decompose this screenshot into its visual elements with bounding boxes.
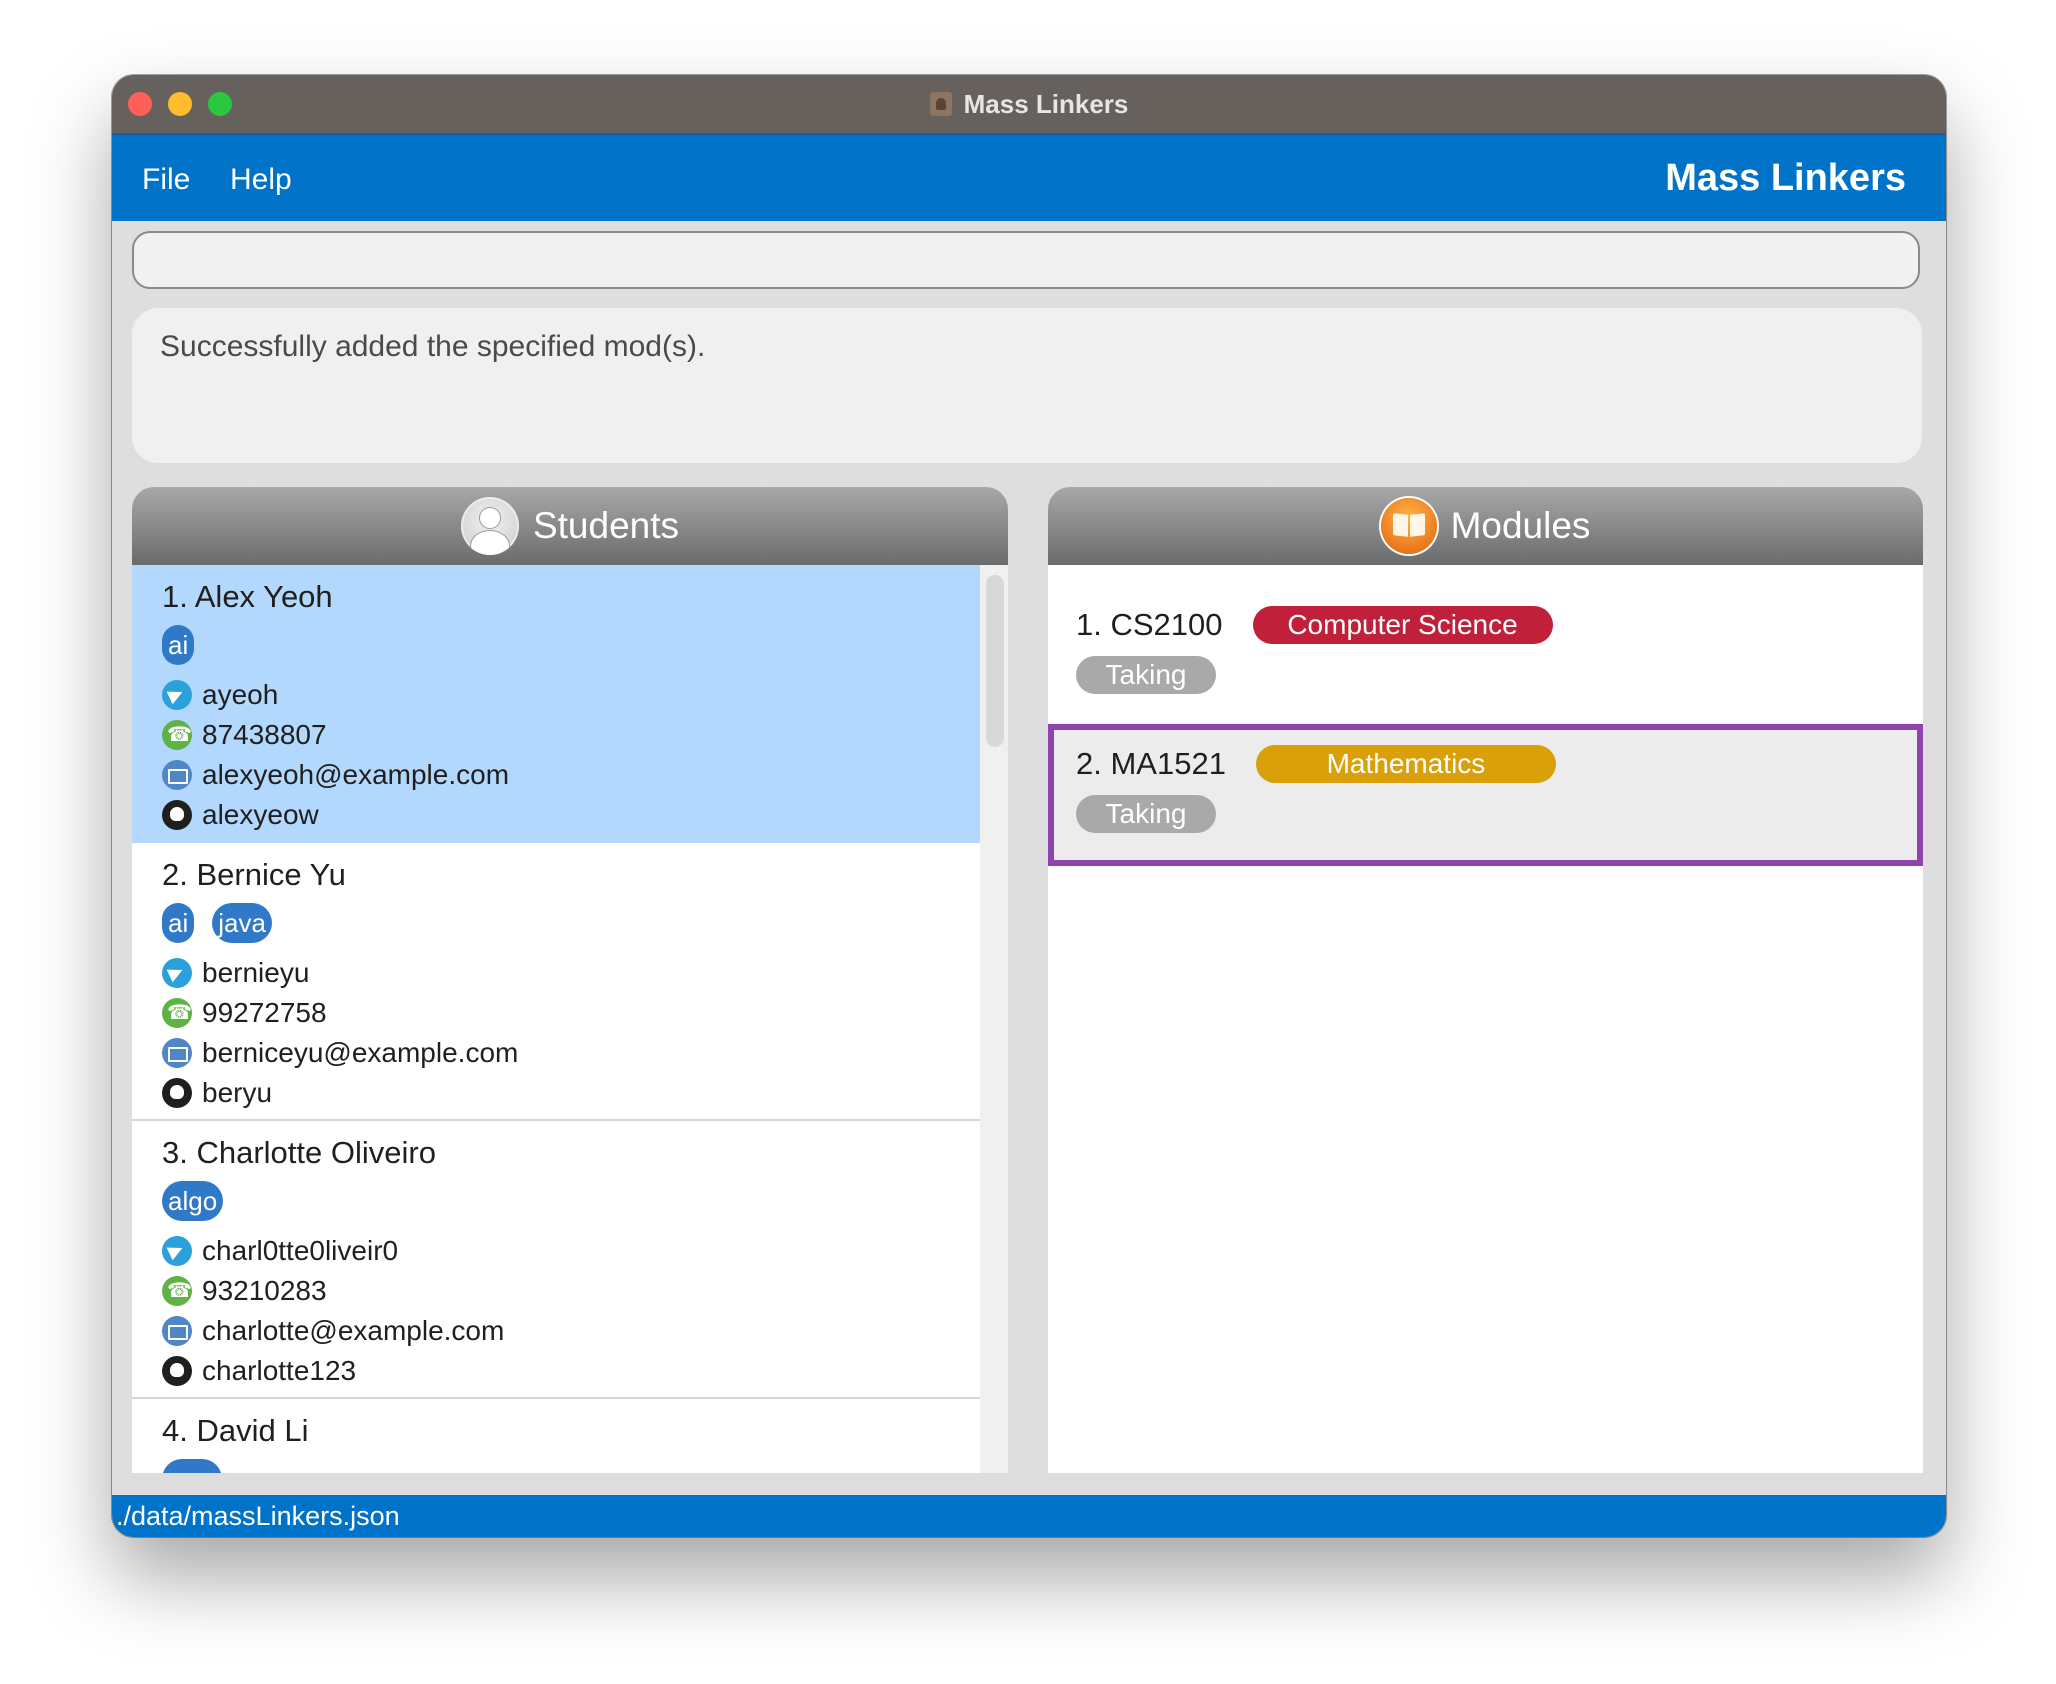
email-address: berniceyu@example.com bbox=[202, 1037, 519, 1068]
student-card[interactable]: 2. Bernice Yu ai java bernieyu 99272758 … bbox=[132, 843, 980, 1121]
github-icon bbox=[162, 1078, 192, 1108]
github-icon bbox=[162, 800, 192, 830]
phone-icon bbox=[162, 720, 192, 750]
phone-number: 87438807 bbox=[202, 719, 327, 750]
module-status-badge: Taking bbox=[1076, 656, 1216, 694]
tag-badge bbox=[162, 1459, 222, 1473]
module-name: 2. MA1521 bbox=[1076, 746, 1226, 781]
result-display: Successfully added the specified mod(s). bbox=[132, 308, 1922, 463]
maximize-window-button[interactable] bbox=[208, 92, 232, 116]
tag-badge: algo bbox=[162, 1181, 224, 1221]
phone-row: 99272758 bbox=[162, 993, 950, 1033]
window-title: Mass Linkers bbox=[963, 88, 1129, 119]
github-username: charlotte123 bbox=[202, 1355, 357, 1386]
student-card[interactable]: 1. Alex Yeoh ai ayeoh 87438807 alexyeoh@… bbox=[132, 565, 980, 843]
menu-help[interactable]: Help bbox=[230, 163, 292, 197]
modules-header-label: Modules bbox=[1450, 505, 1591, 546]
phone-icon bbox=[162, 1276, 192, 1306]
students-panel: Students 1. Alex Yeoh ai ayeoh 87438807 … bbox=[132, 487, 1008, 1473]
student-list[interactable]: 1. Alex Yeoh ai ayeoh 87438807 alexyeoh@… bbox=[132, 565, 1008, 1473]
email-row: alexyeoh@example.com bbox=[162, 755, 950, 795]
github-row: alexyeow bbox=[162, 795, 950, 835]
email-row: charlotte@example.com bbox=[162, 1311, 950, 1351]
students-panel-header: Students bbox=[132, 487, 1008, 565]
module-status-badge: Taking bbox=[1076, 795, 1216, 833]
telegram-row: bernieyu bbox=[162, 953, 950, 993]
student-name: 2. Bernice Yu bbox=[162, 857, 346, 892]
student-name: 3. Charlotte Oliveiro bbox=[162, 1135, 436, 1170]
tag-badge: ai bbox=[162, 903, 195, 943]
github-icon bbox=[162, 1356, 192, 1386]
app-icon bbox=[929, 92, 952, 116]
email-icon bbox=[162, 760, 192, 790]
github-username: beryu bbox=[202, 1077, 273, 1108]
student-tags: algo bbox=[162, 1181, 950, 1221]
title-bar: Mass Linkers bbox=[112, 75, 1946, 133]
phone-row: 93210283 bbox=[162, 1271, 950, 1311]
email-address: alexyeoh@example.com bbox=[202, 759, 510, 790]
tag-badge: java bbox=[212, 903, 272, 943]
phone-icon bbox=[162, 998, 192, 1028]
module-card-highlighted[interactable]: 2. MA1521 Mathematics Taking bbox=[1048, 724, 1923, 866]
tag-badge: ai bbox=[162, 625, 195, 665]
student-name: 1. Alex Yeoh bbox=[162, 579, 333, 614]
data-file-path: ./data/massLinkers.json bbox=[116, 1501, 400, 1531]
student-card[interactable]: 4. David Li bbox=[132, 1399, 980, 1473]
window-controls bbox=[128, 92, 232, 116]
student-tags: ai bbox=[162, 625, 950, 665]
student-name: 4. David Li bbox=[162, 1413, 309, 1448]
scrollbar-thumb[interactable] bbox=[986, 575, 1004, 747]
telegram-handle: ayeoh bbox=[202, 679, 279, 710]
telegram-row: ayeoh bbox=[162, 675, 950, 715]
email-row: berniceyu@example.com bbox=[162, 1033, 950, 1073]
github-row: beryu bbox=[162, 1073, 950, 1113]
email-icon bbox=[162, 1038, 192, 1068]
modules-panel: Modules 1. CS2100 Computer Science Takin… bbox=[1048, 487, 1923, 1473]
command-input[interactable] bbox=[132, 231, 1920, 289]
telegram-icon bbox=[162, 1236, 192, 1266]
student-card[interactable]: 3. Charlotte Oliveiro algo charl0tte0liv… bbox=[132, 1121, 980, 1399]
department-badge: Computer Science bbox=[1252, 606, 1553, 644]
app-window: Mass Linkers File Help Mass Linkers Succ… bbox=[112, 75, 1946, 1537]
result-message: Successfully added the specified mod(s). bbox=[160, 330, 706, 363]
book-icon bbox=[1380, 498, 1437, 554]
phone-row: 87438807 bbox=[162, 715, 950, 755]
telegram-handle: bernieyu bbox=[202, 957, 310, 988]
status-bar: ./data/massLinkers.json bbox=[112, 1495, 1946, 1537]
email-icon bbox=[162, 1316, 192, 1346]
students-header-label: Students bbox=[532, 505, 680, 546]
telegram-handle: charl0tte0liveir0 bbox=[202, 1235, 399, 1266]
telegram-icon bbox=[162, 958, 192, 988]
email-address: charlotte@example.com bbox=[202, 1315, 505, 1346]
module-card[interactable]: 1. CS2100 Computer Science Taking bbox=[1048, 585, 1923, 715]
person-icon bbox=[460, 497, 519, 555]
minimize-window-button[interactable] bbox=[168, 92, 192, 116]
student-tags bbox=[162, 1459, 950, 1473]
telegram-icon bbox=[162, 680, 192, 710]
phone-number: 99272758 bbox=[202, 997, 327, 1028]
modules-panel-header: Modules bbox=[1048, 487, 1923, 565]
department-badge: Mathematics bbox=[1255, 745, 1556, 783]
github-username: alexyeow bbox=[202, 799, 319, 830]
student-tags: ai java bbox=[162, 903, 950, 943]
menu-file[interactable]: File bbox=[142, 163, 190, 197]
brand-title: Mass Linkers bbox=[1665, 157, 1906, 199]
phone-number: 93210283 bbox=[202, 1275, 327, 1306]
github-row: charlotte123 bbox=[162, 1351, 950, 1391]
menu-bar: File Help Mass Linkers bbox=[112, 133, 1946, 221]
telegram-row: charl0tte0liveir0 bbox=[162, 1231, 950, 1271]
close-window-button[interactable] bbox=[128, 92, 152, 116]
module-name: 1. CS2100 bbox=[1076, 607, 1223, 642]
